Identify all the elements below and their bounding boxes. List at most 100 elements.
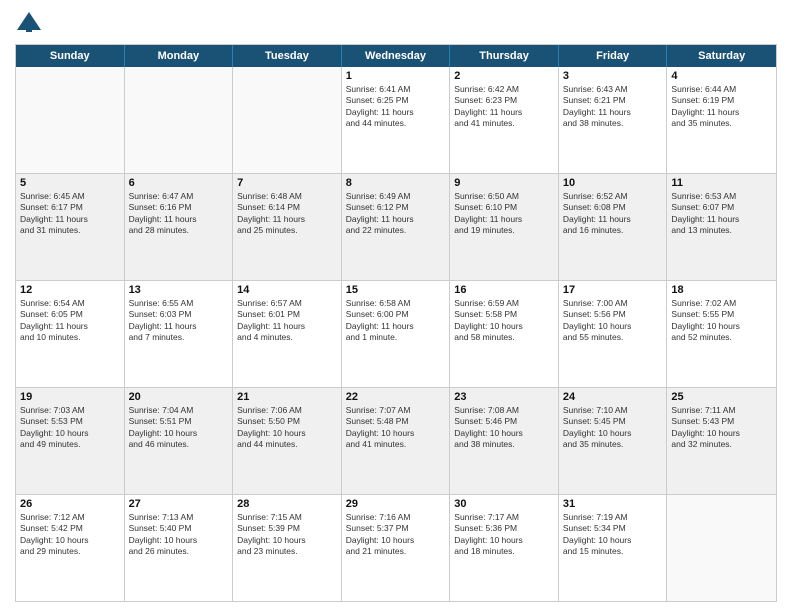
cell-content: Sunrise: 7:06 AMSunset: 5:50 PMDaylight:… [237, 405, 337, 451]
header-day-friday: Friday [559, 45, 668, 67]
calendar-header: SundayMondayTuesdayWednesdayThursdayFrid… [16, 45, 776, 67]
calendar-cell [667, 495, 776, 601]
cell-content: Sunrise: 6:50 AMSunset: 6:10 PMDaylight:… [454, 191, 554, 237]
day-number: 25 [671, 391, 772, 403]
cell-content: Sunrise: 7:15 AMSunset: 5:39 PMDaylight:… [237, 512, 337, 558]
logo [15, 10, 47, 38]
calendar-row-3: 19 Sunrise: 7:03 AMSunset: 5:53 PMDayligh… [16, 388, 776, 495]
logo-icon [15, 10, 43, 38]
calendar-cell: 25 Sunrise: 7:11 AMSunset: 5:43 PMDayligh… [667, 388, 776, 494]
calendar-cell: 20 Sunrise: 7:04 AMSunset: 5:51 PMDayligh… [125, 388, 234, 494]
calendar-cell: 13 Sunrise: 6:55 AMSunset: 6:03 PMDayligh… [125, 281, 234, 387]
cell-content: Sunrise: 6:53 AMSunset: 6:07 PMDaylight:… [671, 191, 772, 237]
day-number: 8 [346, 177, 446, 189]
calendar-cell: 7 Sunrise: 6:48 AMSunset: 6:14 PMDaylight… [233, 174, 342, 280]
calendar-cell: 30Sunrise: 7:17 AMSunset: 5:36 PMDayligh… [450, 495, 559, 601]
calendar-row-0: 1 Sunrise: 6:41 AMSunset: 6:25 PMDaylight… [16, 67, 776, 174]
cell-content: Sunrise: 7:13 AMSunset: 5:40 PMDaylight:… [129, 512, 229, 558]
day-number: 7 [237, 177, 337, 189]
calendar-cell: 26 Sunrise: 7:12 AMSunset: 5:42 PMDayligh… [16, 495, 125, 601]
cell-content: Sunrise: 6:57 AMSunset: 6:01 PMDaylight:… [237, 298, 337, 344]
cell-content: Sunrise: 6:52 AMSunset: 6:08 PMDaylight:… [563, 191, 663, 237]
calendar-cell: 23 Sunrise: 7:08 AMSunset: 5:46 PMDayligh… [450, 388, 559, 494]
day-number: 12 [20, 284, 120, 296]
cell-content: Sunrise: 7:07 AMSunset: 5:48 PMDaylight:… [346, 405, 446, 451]
day-number: 11 [671, 177, 772, 189]
calendar-cell: 22Sunrise: 7:07 AMSunset: 5:48 PMDayligh… [342, 388, 451, 494]
calendar-cell: 19 Sunrise: 7:03 AMSunset: 5:53 PMDayligh… [16, 388, 125, 494]
cell-content: Sunrise: 7:02 AMSunset: 5:55 PMDaylight:… [671, 298, 772, 344]
cell-content: Sunrise: 6:54 AMSunset: 6:05 PMDaylight:… [20, 298, 120, 344]
calendar-row-2: 12 Sunrise: 6:54 AMSunset: 6:05 PMDayligh… [16, 281, 776, 388]
cell-content: Sunrise: 6:49 AMSunset: 6:12 PMDaylight:… [346, 191, 446, 237]
cell-content: Sunrise: 6:59 AMSunset: 5:58 PMDaylight:… [454, 298, 554, 344]
cell-content: Sunrise: 6:42 AMSunset: 6:23 PMDaylight:… [454, 84, 554, 130]
day-number: 15 [346, 284, 446, 296]
day-number: 6 [129, 177, 229, 189]
calendar-cell: 4Sunrise: 6:44 AMSunset: 6:19 PMDaylight… [667, 67, 776, 173]
calendar-cell [16, 67, 125, 173]
calendar-row-1: 5Sunrise: 6:45 AMSunset: 6:17 PMDaylight… [16, 174, 776, 281]
calendar-cell: 3 Sunrise: 6:43 AMSunset: 6:21 PMDaylight… [559, 67, 668, 173]
day-number: 13 [129, 284, 229, 296]
calendar-cell: 6 Sunrise: 6:47 AMSunset: 6:16 PMDaylight… [125, 174, 234, 280]
day-number: 26 [20, 498, 120, 510]
header-day-wednesday: Wednesday [342, 45, 451, 67]
calendar-cell: 17 Sunrise: 7:00 AMSunset: 5:56 PMDayligh… [559, 281, 668, 387]
calendar-cell [233, 67, 342, 173]
calendar-cell: 27 Sunrise: 7:13 AMSunset: 5:40 PMDayligh… [125, 495, 234, 601]
day-number: 1 [346, 70, 446, 82]
calendar-body: 1 Sunrise: 6:41 AMSunset: 6:25 PMDaylight… [16, 67, 776, 601]
header-day-sunday: Sunday [16, 45, 125, 67]
calendar-cell [125, 67, 234, 173]
day-number: 31 [563, 498, 663, 510]
calendar-cell: 10 Sunrise: 6:52 AMSunset: 6:08 PMDayligh… [559, 174, 668, 280]
day-number: 20 [129, 391, 229, 403]
cell-content: Sunrise: 7:00 AMSunset: 5:56 PMDaylight:… [563, 298, 663, 344]
day-number: 28 [237, 498, 337, 510]
calendar-cell: 15Sunrise: 6:58 AMSunset: 6:00 PMDayligh… [342, 281, 451, 387]
calendar-cell: 28 Sunrise: 7:15 AMSunset: 5:39 PMDayligh… [233, 495, 342, 601]
cell-content: Sunrise: 6:55 AMSunset: 6:03 PMDaylight:… [129, 298, 229, 344]
calendar-cell: 14Sunrise: 6:57 AMSunset: 6:01 PMDayligh… [233, 281, 342, 387]
cell-content: Sunrise: 7:10 AMSunset: 5:45 PMDaylight:… [563, 405, 663, 451]
cell-content: Sunrise: 6:41 AMSunset: 6:25 PMDaylight:… [346, 84, 446, 130]
day-number: 29 [346, 498, 446, 510]
calendar-cell: 5Sunrise: 6:45 AMSunset: 6:17 PMDaylight… [16, 174, 125, 280]
header-day-tuesday: Tuesday [233, 45, 342, 67]
cell-content: Sunrise: 6:48 AMSunset: 6:14 PMDaylight:… [237, 191, 337, 237]
day-number: 24 [563, 391, 663, 403]
day-number: 5 [20, 177, 120, 189]
cell-content: Sunrise: 7:03 AMSunset: 5:53 PMDaylight:… [20, 405, 120, 451]
day-number: 19 [20, 391, 120, 403]
day-number: 10 [563, 177, 663, 189]
cell-content: Sunrise: 7:12 AMSunset: 5:42 PMDaylight:… [20, 512, 120, 558]
calendar-cell: 12 Sunrise: 6:54 AMSunset: 6:05 PMDayligh… [16, 281, 125, 387]
calendar-cell: 8 Sunrise: 6:49 AMSunset: 6:12 PMDaylight… [342, 174, 451, 280]
calendar-cell: 11 Sunrise: 6:53 AMSunset: 6:07 PMDayligh… [667, 174, 776, 280]
calendar-cell: 29Sunrise: 7:16 AMSunset: 5:37 PMDayligh… [342, 495, 451, 601]
day-number: 2 [454, 70, 554, 82]
cell-content: Sunrise: 7:08 AMSunset: 5:46 PMDaylight:… [454, 405, 554, 451]
day-number: 27 [129, 498, 229, 510]
day-number: 21 [237, 391, 337, 403]
calendar-row-4: 26 Sunrise: 7:12 AMSunset: 5:42 PMDayligh… [16, 495, 776, 601]
calendar: SundayMondayTuesdayWednesdayThursdayFrid… [15, 44, 777, 602]
calendar-cell: 2 Sunrise: 6:42 AMSunset: 6:23 PMDaylight… [450, 67, 559, 173]
day-number: 18 [671, 284, 772, 296]
cell-content: Sunrise: 7:11 AMSunset: 5:43 PMDaylight:… [671, 405, 772, 451]
cell-content: Sunrise: 7:04 AMSunset: 5:51 PMDaylight:… [129, 405, 229, 451]
cell-content: Sunrise: 6:47 AMSunset: 6:16 PMDaylight:… [129, 191, 229, 237]
calendar-cell: 16Sunrise: 6:59 AMSunset: 5:58 PMDayligh… [450, 281, 559, 387]
day-number: 23 [454, 391, 554, 403]
day-number: 3 [563, 70, 663, 82]
header-day-saturday: Saturday [667, 45, 776, 67]
calendar-cell: 1 Sunrise: 6:41 AMSunset: 6:25 PMDaylight… [342, 67, 451, 173]
day-number: 17 [563, 284, 663, 296]
cell-content: Sunrise: 7:19 AMSunset: 5:34 PMDaylight:… [563, 512, 663, 558]
cell-content: Sunrise: 6:43 AMSunset: 6:21 PMDaylight:… [563, 84, 663, 130]
cell-content: Sunrise: 6:44 AMSunset: 6:19 PMDaylight:… [671, 84, 772, 130]
cell-content: Sunrise: 7:17 AMSunset: 5:36 PMDaylight:… [454, 512, 554, 558]
calendar-cell: 31 Sunrise: 7:19 AMSunset: 5:34 PMDayligh… [559, 495, 668, 601]
calendar-cell: 18 Sunrise: 7:02 AMSunset: 5:55 PMDayligh… [667, 281, 776, 387]
